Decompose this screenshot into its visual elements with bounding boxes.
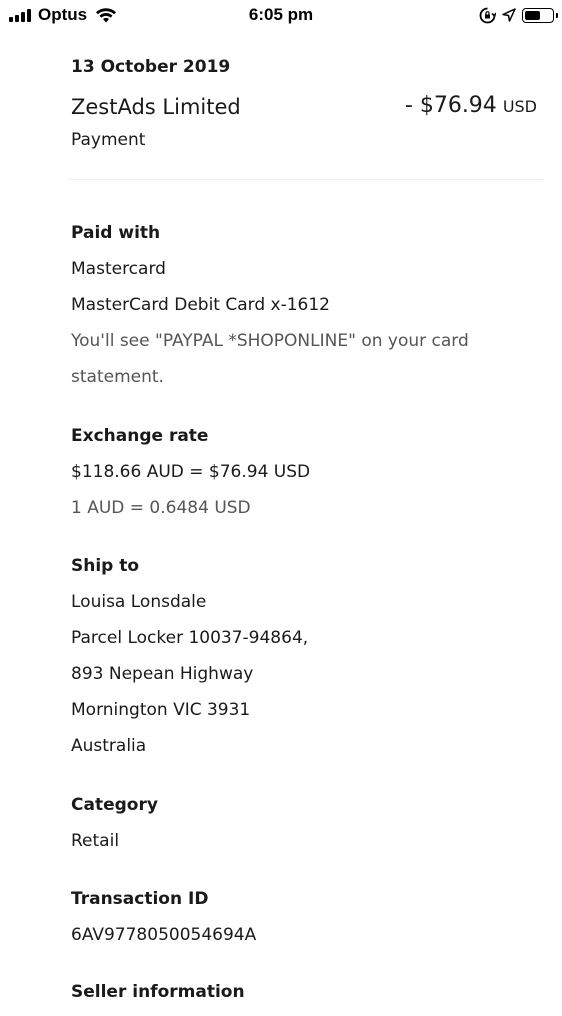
exchange-rate-section: Exchange rate $118.66 AUD = $76.94 USD 1… <box>71 424 541 532</box>
amount-currency: USD <box>502 97 537 116</box>
transaction-id-title: Transaction ID <box>71 889 209 909</box>
battery-icon <box>522 7 558 23</box>
paid-with-title: Paid with <box>71 223 161 243</box>
ship-to-address-line1: Parcel Locker 10037-94864, <box>71 628 309 648</box>
ship-to-address-line3: Mornington VIC 3931 <box>71 700 251 720</box>
amount-value: - $76.94 <box>404 93 497 118</box>
status-bar: Optus 6:05 pm <box>0 0 562 30</box>
transaction-date: 13 October 2019 <box>71 57 231 77</box>
exchange-rate-title: Exchange rate <box>71 426 209 446</box>
orientation-lock-icon <box>479 7 496 23</box>
seller-information-title: Seller information <box>71 982 245 1002</box>
transaction-type: Payment <box>71 130 146 150</box>
paid-with-section: Paid with Mastercard MasterCard Debit Ca… <box>71 221 541 395</box>
exchange-conversion: $118.66 AUD = $76.94 USD <box>71 462 311 482</box>
ship-to-title: Ship to <box>71 556 140 576</box>
status-bar-right <box>479 4 558 26</box>
category-value: Retail <box>71 831 120 851</box>
seller-information-section[interactable]: Seller information <box>71 980 541 1016</box>
payment-method: Mastercard <box>71 259 166 279</box>
battery-level <box>525 10 540 20</box>
statement-note: You'll see "PAYPAL *SHOPONLINE" on your … <box>71 331 469 387</box>
transaction-id-section: Transaction ID 6AV9778050054694A <box>71 887 541 959</box>
divider <box>68 179 543 180</box>
category-section: Category Retail <box>71 793 541 865</box>
ship-to-country: Australia <box>71 736 147 756</box>
status-bar-time: 6:05 pm <box>248 5 314 24</box>
transaction-amount: - $76.94 USD <box>405 92 537 121</box>
exchange-rate-value: 1 AUD = 0.6484 USD <box>71 498 251 518</box>
ship-to-section: Ship to Louisa Lonsdale Parcel Locker 10… <box>71 554 541 770</box>
merchant-name: ZestAds Limited <box>71 95 241 119</box>
transaction-id-value: 6AV9778050054694A <box>71 925 257 945</box>
category-title: Category <box>71 795 158 815</box>
ship-to-name: Louisa Lonsdale <box>71 592 207 612</box>
ship-to-address-line2: 893 Nepean Highway <box>71 664 254 684</box>
location-arrow-icon <box>502 8 516 22</box>
